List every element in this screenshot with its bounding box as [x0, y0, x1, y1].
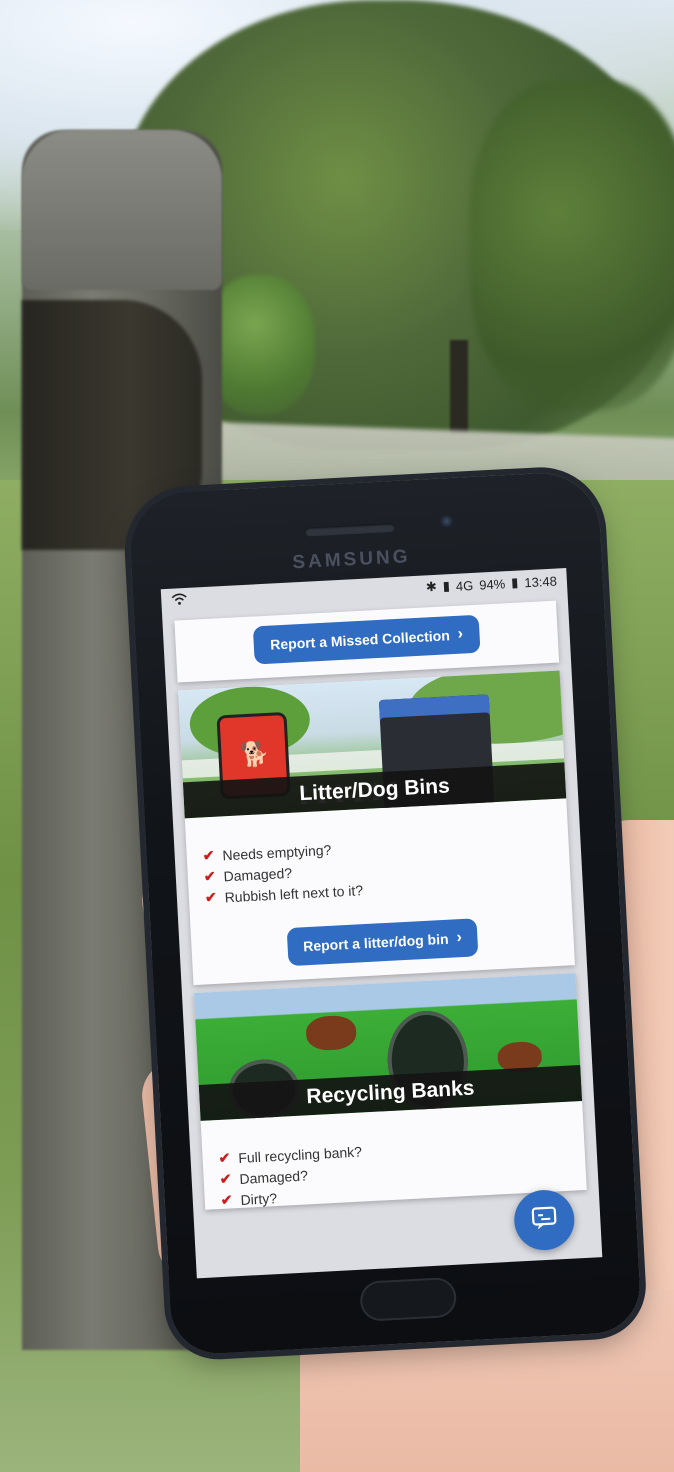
phone-screen: ✱ ▮ 4G 94% ▮ 13:48 Report a Missed Colle…: [160, 568, 603, 1279]
battery-icon: ▮: [510, 574, 519, 590]
report-missed-collection-label: Report a Missed Collection: [269, 627, 451, 653]
check-icon: ✔: [218, 1149, 231, 1167]
litter-checklist: ✔ Needs emptying? ✔ Damaged? ✔ Rubbish left…: [186, 814, 571, 907]
report-missed-collection-button[interactable]: Report a Missed Collection ›: [253, 614, 481, 665]
tree-canopy-right: [470, 80, 674, 410]
missed-collection-card: Report a Missed Collection ›: [174, 600, 560, 683]
check-icon: ✔: [204, 888, 218, 906]
chevron-right-icon: ›: [456, 929, 463, 947]
chevron-right-icon: ›: [457, 625, 464, 643]
wifi-icon: [171, 592, 188, 608]
report-litter-dog-bin-label: Report a litter/dog bin: [302, 930, 449, 955]
check-icon: ✔: [202, 846, 215, 864]
litter-bin-lid: [22, 130, 222, 290]
litter-hero-image: Litter/Dog Bins: [178, 670, 567, 819]
chat-button[interactable]: [512, 1188, 576, 1252]
recycling-hero-image: Recycling Banks: [193, 973, 583, 1121]
dirt-splat: [305, 1014, 358, 1052]
battery-percent: 94%: [478, 575, 506, 593]
earpiece-speaker: [304, 522, 396, 537]
tree-trunk: [450, 340, 468, 435]
recycling-banks-card: Recycling Banks ✔ Full recycling bank? ✔ D…: [193, 973, 587, 1210]
bluetooth-icon: ✱: [425, 578, 438, 595]
network-type: 4G: [455, 577, 474, 594]
smartphone: SAMSUNG ✱ ▮ 4G 94% ▮ 13:48 Report a Miss…: [127, 470, 643, 1356]
chat-icon: [528, 1202, 560, 1239]
check-icon: ✔: [203, 867, 216, 885]
clock: 13:48: [523, 573, 558, 590]
signal-icon: ▮: [442, 578, 451, 594]
check-icon: ✔: [220, 1191, 233, 1208]
litter-dog-bins-card: Litter/Dog Bins ✔Needs emptying? ✔Damage…: [178, 670, 575, 986]
report-litter-dog-bin-button[interactable]: Report a litter/dog bin ›: [286, 918, 479, 967]
check-icon: ✔: [219, 1170, 232, 1188]
home-button[interactable]: [361, 1278, 456, 1320]
front-camera: [439, 513, 454, 529]
